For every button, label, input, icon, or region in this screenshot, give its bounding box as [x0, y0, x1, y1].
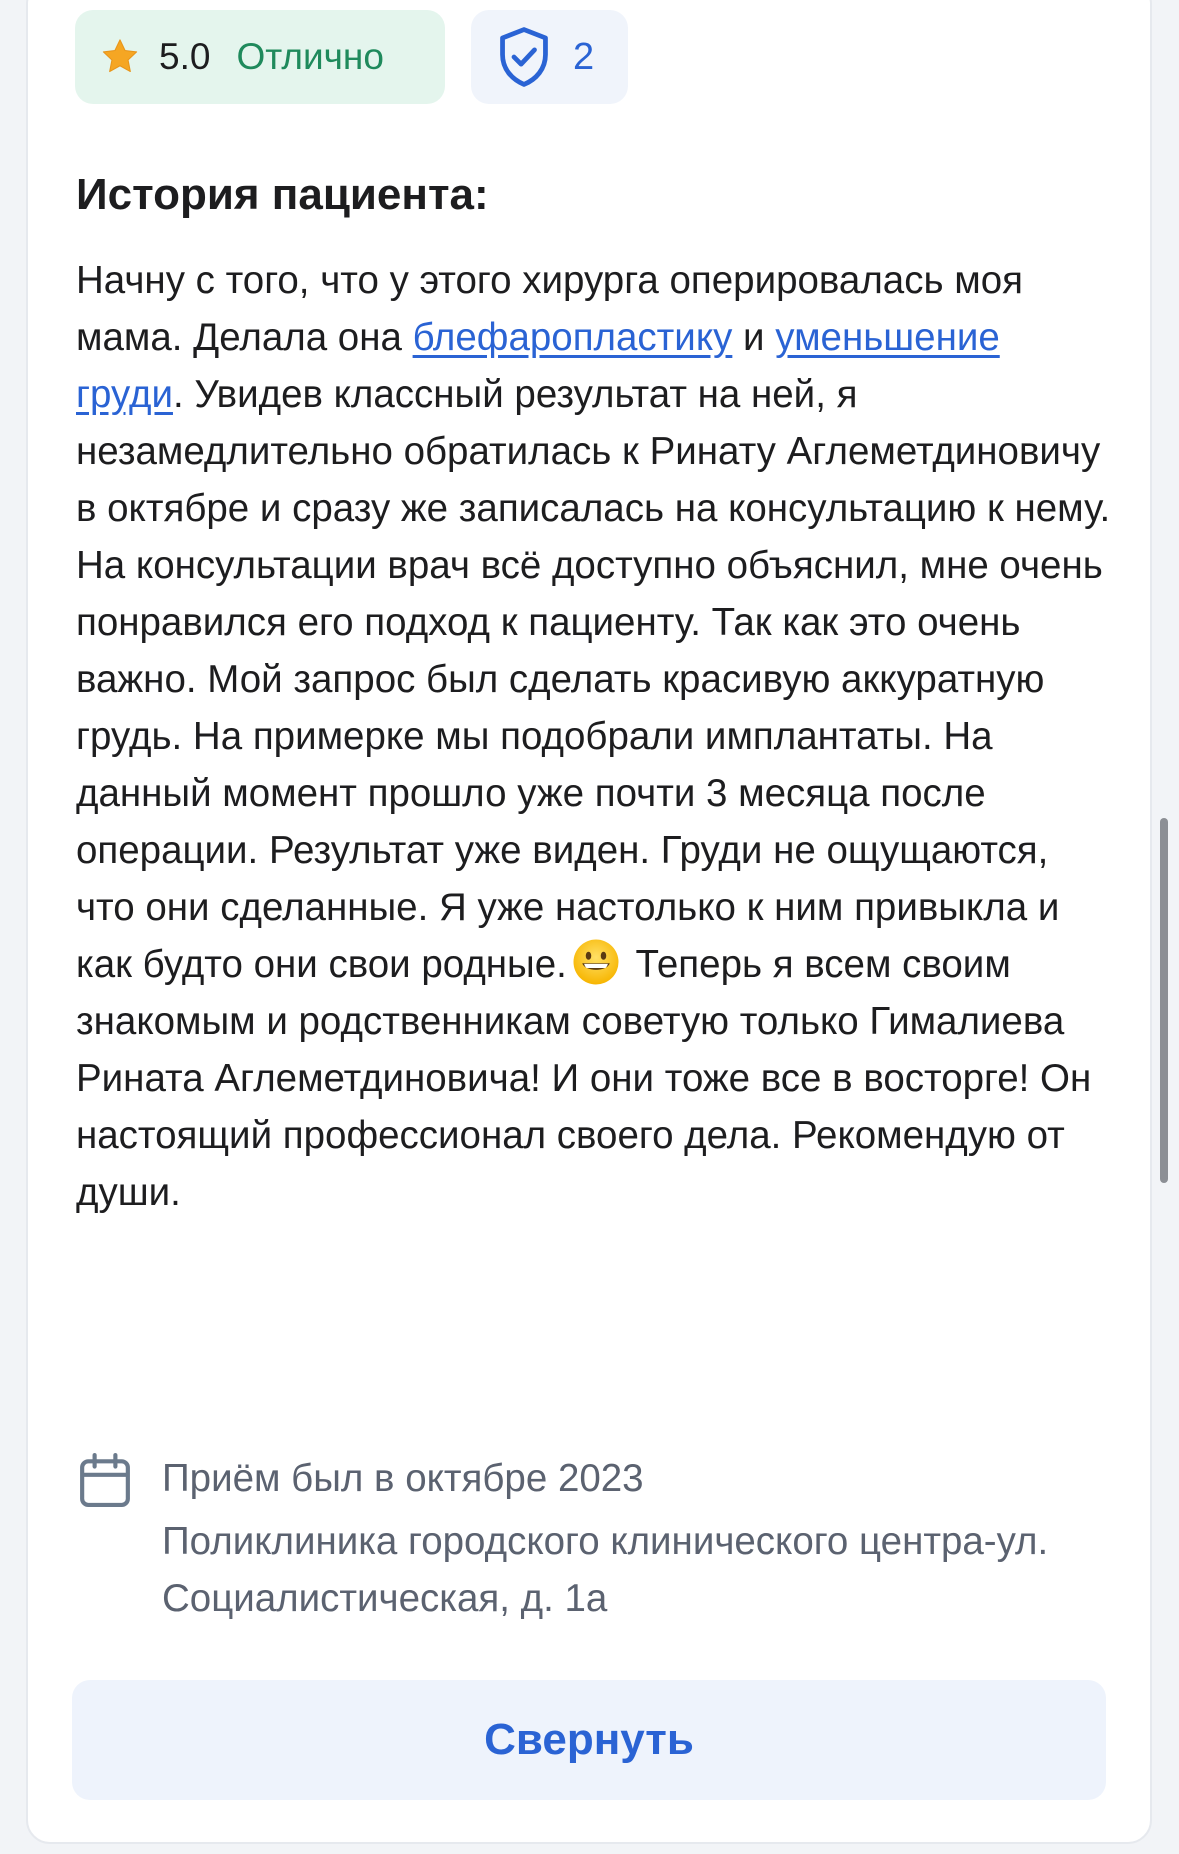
section-title: История пациента: — [76, 170, 489, 219]
patient-story: Начну с того, что у этого хирурга оперир… — [76, 252, 1116, 1221]
review-badges: 5.0 Отлично 2 — [75, 10, 628, 104]
grinning-face-emoji — [573, 939, 619, 985]
verified-badge[interactable]: 2 — [471, 10, 628, 104]
rating-score: 5.0 — [159, 36, 211, 77]
star-icon — [102, 39, 138, 73]
shield-check-icon — [500, 27, 548, 87]
visit-info: Приём был в октябре 2023 Поликлиника гор… — [78, 1450, 1062, 1627]
verified-count: 2 — [573, 35, 595, 78]
calendar-icon — [80, 1453, 130, 1507]
scrollbar[interactable] — [1160, 818, 1168, 1183]
visit-text: Приём был в октябре 2023 Поликлиника гор… — [162, 1450, 1062, 1627]
visit-date: Приём был в октябре 2023 — [162, 1457, 644, 1500]
story-text: . Увидев классный результат на ней, я не… — [76, 373, 1111, 986]
rating-badge: 5.0 Отлично — [75, 10, 445, 104]
collapse-button[interactable]: Свернуть — [72, 1680, 1106, 1800]
story-text: и — [732, 316, 776, 359]
rating-label: Отлично — [236, 36, 384, 77]
clinic-address: Поликлиника городского клинического цент… — [162, 1520, 1049, 1620]
link-blepharoplasty[interactable]: блефаропластику — [413, 316, 733, 359]
